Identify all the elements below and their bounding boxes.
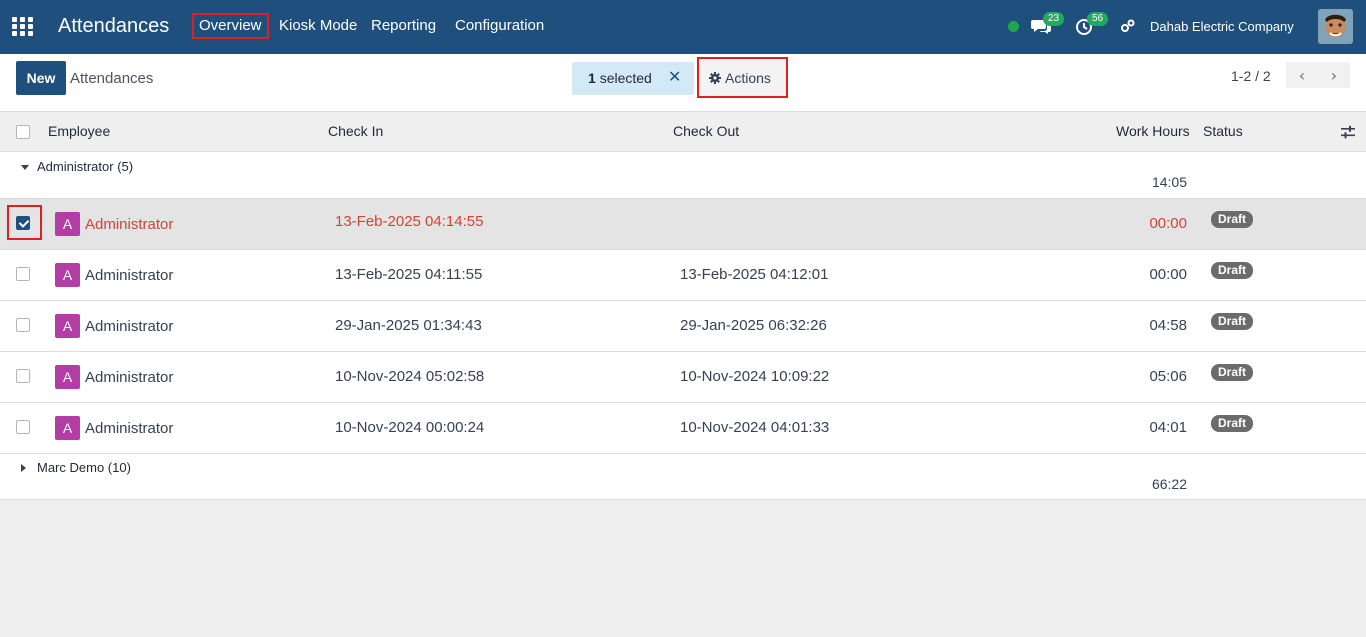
employee-name[interactable]: Administrator — [85, 267, 173, 285]
group-label: Marc Demo (10) — [37, 460, 131, 475]
user-avatar[interactable] — [1318, 9, 1353, 44]
work-hours-cell[interactable]: 04:01 — [1149, 419, 1187, 437]
check-in-cell[interactable]: 29-Jan-2025 01:34:43 — [335, 317, 482, 335]
employee-name[interactable]: Administrator — [85, 318, 173, 336]
messages-count-badge: 23 — [1043, 12, 1065, 26]
pager-previous-icon[interactable]: ‹ — [1286, 62, 1318, 88]
company-switch-icon[interactable] — [1120, 18, 1140, 38]
table-row[interactable]: A Administrator 10-Nov-2024 05:02:58 10-… — [0, 352, 1366, 403]
work-hours-cell[interactable]: 05:06 — [1149, 368, 1187, 386]
group-row-administrator[interactable]: Administrator (5) 14:05 — [0, 152, 1366, 199]
column-check-out[interactable]: Check Out — [673, 123, 739, 139]
row-checkbox[interactable] — [16, 318, 30, 332]
employee-avatar: A — [55, 416, 80, 440]
company-name[interactable]: Dahab Electric Company — [1150, 18, 1294, 36]
optional-columns-icon[interactable] — [1341, 125, 1355, 139]
table-row[interactable]: A Administrator 13-Feb-2025 04:11:55 13-… — [0, 250, 1366, 301]
column-status[interactable]: Status — [1203, 123, 1243, 139]
table-row[interactable]: A Administrator 10-Nov-2024 00:00:24 10-… — [0, 403, 1366, 454]
actions-label: Actions — [725, 70, 771, 86]
row-checkbox[interactable] — [16, 216, 30, 230]
column-check-in[interactable]: Check In — [328, 123, 383, 139]
column-work-hours[interactable]: Work Hours — [1116, 123, 1190, 139]
employee-avatar: A — [55, 314, 80, 338]
check-in-cell[interactable]: 10-Nov-2024 05:02:58 — [335, 368, 484, 386]
top-navbar: Attendances Overview Kiosk Mode Reportin… — [0, 0, 1366, 54]
gear-icon — [709, 72, 721, 84]
clear-selection-icon[interactable]: ✕ — [668, 69, 681, 87]
table-header: Employee Check In Check Out Work Hours S… — [0, 112, 1366, 152]
check-in-cell[interactable]: 10-Nov-2024 00:00:24 — [335, 419, 484, 437]
status-badge: Draft — [1211, 313, 1254, 330]
app-title[interactable]: Attendances — [58, 13, 169, 39]
activities-count-badge: 56 — [1087, 12, 1109, 26]
employee-avatar: A — [55, 212, 80, 236]
work-hours-cell[interactable]: 00:00 — [1149, 215, 1187, 233]
control-panel: New Attendances 1 selected ✕ Actions 1-2… — [0, 54, 1366, 112]
selected-label: selected — [599, 70, 652, 86]
attendance-list: Employee Check In Check Out Work Hours S… — [0, 112, 1366, 500]
group-row-marc-demo[interactable]: Marc Demo (10) 66:22 — [0, 453, 1366, 500]
menu-configuration[interactable]: Configuration — [455, 16, 544, 36]
column-employee[interactable]: Employee — [48, 123, 110, 139]
group-total-hours: 66:22 — [1151, 476, 1187, 492]
pager-next-icon[interactable]: › — [1318, 62, 1350, 88]
selection-indicator: 1 selected ✕ — [572, 62, 694, 95]
check-out-cell[interactable]: 10-Nov-2024 10:09:22 — [680, 368, 829, 386]
table-row[interactable]: A Administrator 13-Feb-2025 04:14:55 00:… — [0, 199, 1366, 250]
status-badge: Draft — [1211, 415, 1254, 432]
employee-name[interactable]: Administrator — [85, 369, 173, 387]
row-checkbox[interactable] — [16, 369, 30, 383]
select-all-checkbox[interactable] — [16, 125, 30, 139]
apps-grid-icon[interactable] — [12, 17, 33, 36]
employee-avatar: A — [55, 365, 80, 389]
status-badge: Draft — [1211, 364, 1254, 381]
pager-value[interactable]: 1-2 / 2 — [1231, 68, 1271, 84]
status-badge: Draft — [1211, 211, 1254, 228]
row-checkbox[interactable] — [16, 420, 30, 434]
check-in-cell[interactable]: 13-Feb-2025 04:11:55 — [335, 266, 482, 284]
row-checkbox[interactable] — [16, 267, 30, 281]
employee-name[interactable]: Administrator — [85, 420, 173, 438]
work-hours-cell[interactable]: 00:00 — [1149, 266, 1187, 284]
actions-button[interactable]: Actions — [697, 57, 788, 98]
selected-count: 1 — [588, 70, 596, 86]
check-out-cell[interactable]: 29-Jan-2025 06:32:26 — [680, 317, 827, 335]
work-hours-cell[interactable]: 04:58 — [1149, 317, 1187, 335]
caret-down-icon — [21, 165, 29, 170]
status-badge: Draft — [1211, 262, 1254, 279]
menu-overview[interactable]: Overview — [192, 13, 269, 39]
check-out-cell[interactable]: 13-Feb-2025 04:12:01 — [680, 266, 828, 284]
employee-name[interactable]: Administrator — [85, 216, 173, 234]
employee-avatar: A — [55, 263, 80, 287]
messages-icon[interactable]: 23 — [1031, 12, 1065, 36]
menu-kiosk-mode[interactable]: Kiosk Mode — [279, 16, 357, 36]
activities-clock-icon[interactable]: 56 — [1075, 12, 1109, 36]
check-out-cell[interactable]: 10-Nov-2024 04:01:33 — [680, 419, 829, 437]
menu-reporting[interactable]: Reporting — [371, 16, 436, 36]
table-row[interactable]: A Administrator 29-Jan-2025 01:34:43 29-… — [0, 301, 1366, 352]
new-button[interactable]: New — [16, 61, 66, 95]
presence-status-icon — [1008, 21, 1019, 32]
group-total-hours: 14:05 — [1151, 174, 1187, 190]
group-label: Administrator (5) — [37, 159, 134, 174]
caret-right-icon — [21, 464, 26, 472]
check-in-cell[interactable]: 13-Feb-2025 04:14:55 — [335, 213, 483, 231]
breadcrumb: Attendances — [70, 70, 154, 87]
